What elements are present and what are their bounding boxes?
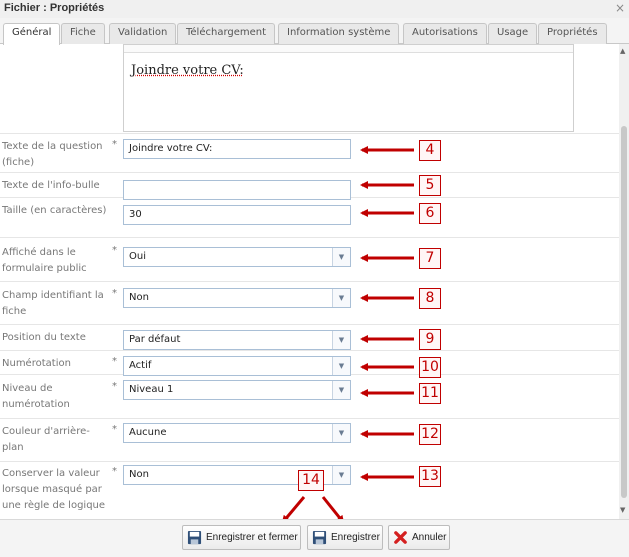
save-and-close-button[interactable]: Enregistrer et fermer xyxy=(182,525,301,550)
annotation-badge: 4 xyxy=(419,140,441,161)
annotation-badge: 12 xyxy=(419,424,441,445)
annotation-badge: 5 xyxy=(419,175,441,196)
annotation-badge: 11 xyxy=(419,383,441,404)
cancel-button[interactable]: Annuler xyxy=(388,525,450,550)
annotation-badge: 13 xyxy=(419,466,441,487)
annotation-badge: 14 xyxy=(298,470,324,491)
red-x-icon xyxy=(394,531,407,544)
save-button[interactable]: Enregistrer xyxy=(307,525,383,550)
annotation-badge: 8 xyxy=(419,288,441,309)
annotation-badge: 6 xyxy=(419,203,441,224)
annotation-badge: 7 xyxy=(419,248,441,269)
annotation-badge: 9 xyxy=(419,329,441,350)
cancel-label: Annuler xyxy=(412,532,447,543)
floppy-disk-icon xyxy=(312,530,327,545)
annotation-badge: 10 xyxy=(419,357,441,378)
save-and-close-label: Enregistrer et fermer xyxy=(206,532,298,543)
floppy-disk-icon xyxy=(187,530,202,545)
save-label: Enregistrer xyxy=(331,532,380,543)
